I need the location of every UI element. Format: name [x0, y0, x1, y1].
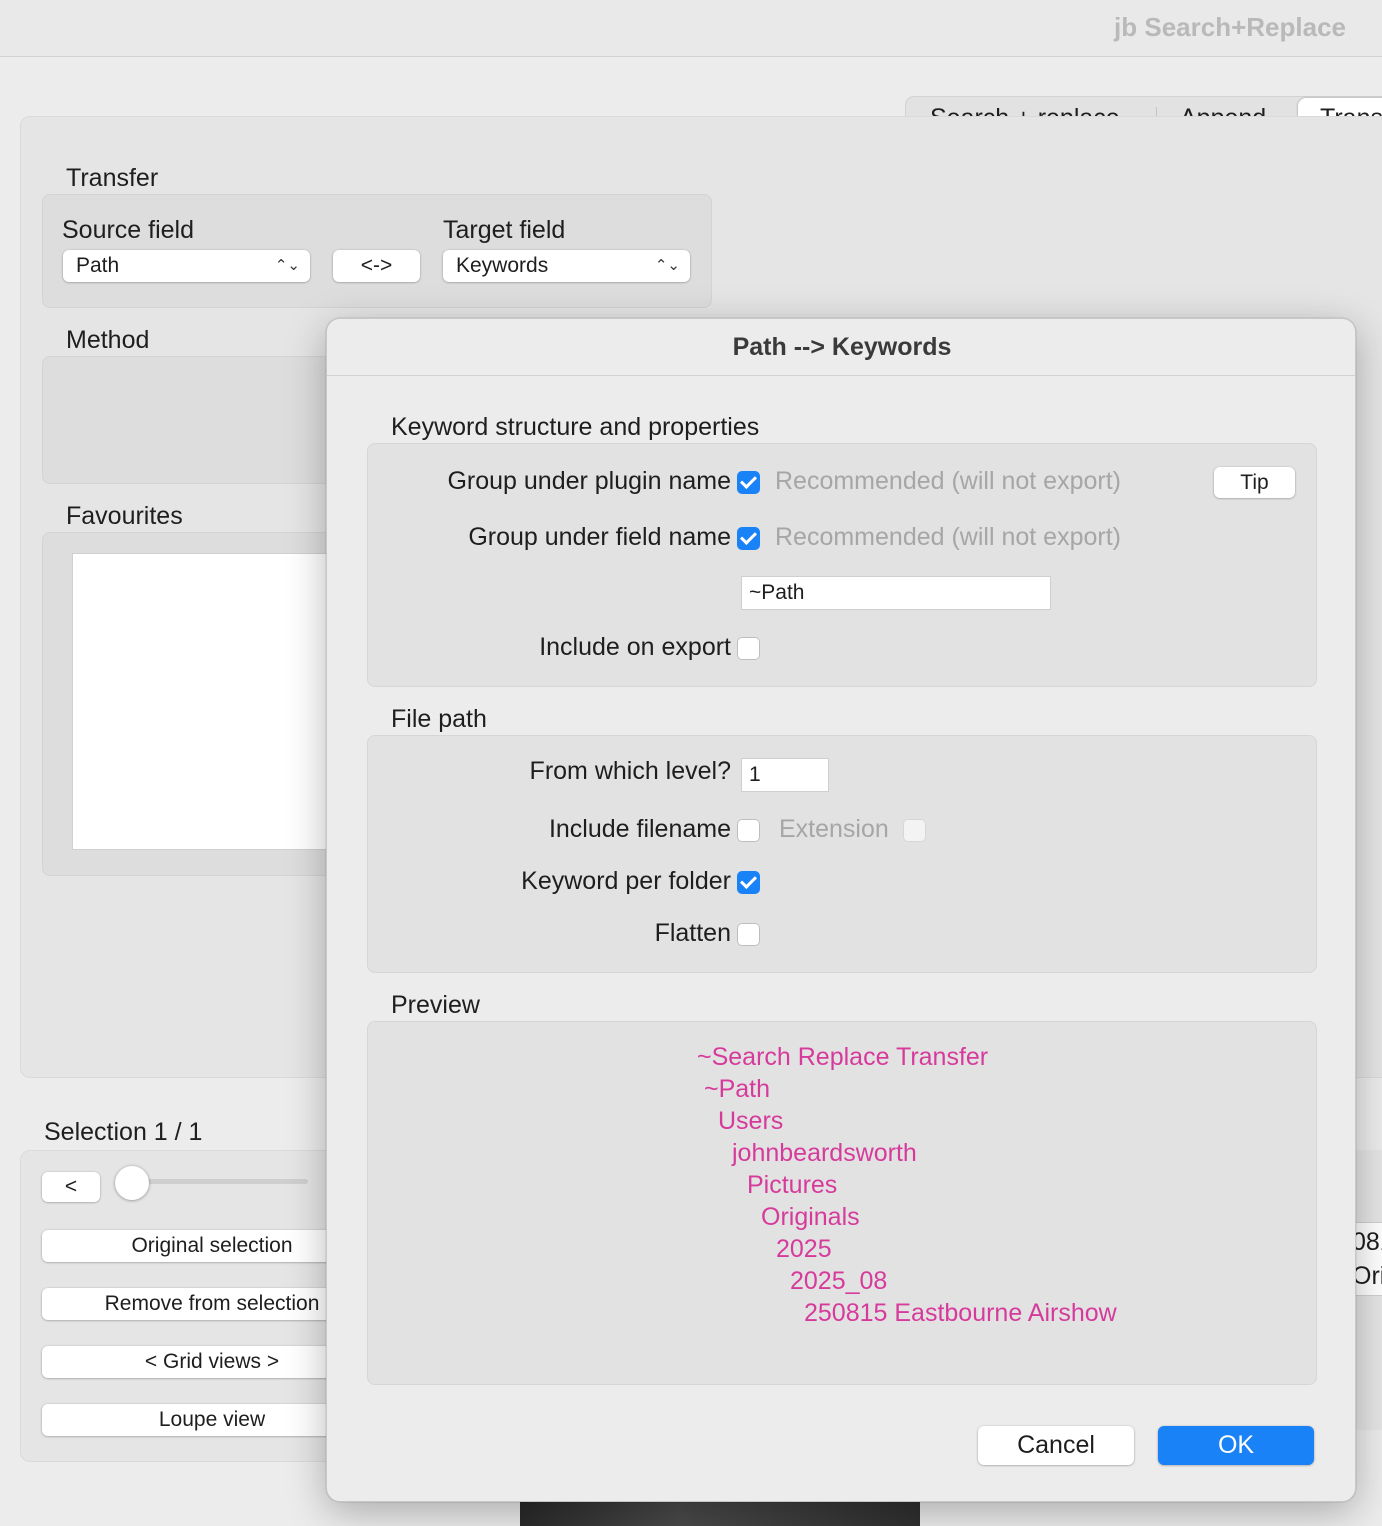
- dialog-title: Path --> Keywords: [732, 333, 952, 361]
- flatten-checkbox[interactable]: [737, 923, 760, 946]
- group-field-label: Group under field name: [468, 523, 731, 551]
- keyword-structure-label: Keyword structure and properties: [391, 413, 760, 441]
- right-fragment-text-2: Orig: [1352, 1262, 1382, 1290]
- favourites-section-label: Favourites: [66, 502, 183, 530]
- preview-line: Originals: [761, 1203, 860, 1231]
- preview-line: 2025: [776, 1235, 832, 1263]
- updown-chevron-icon: ⌃⌄: [274, 257, 300, 274]
- source-field-value: Path: [76, 254, 120, 277]
- group-field-hint: Recommended (will not export): [775, 523, 1121, 551]
- preview-label: Preview: [391, 991, 480, 1019]
- path-keywords-dialog: Path --> Keywords Keyword structure and …: [326, 318, 1356, 1502]
- include-filename-checkbox[interactable]: [737, 819, 760, 842]
- preview-line: 2025_08: [790, 1267, 888, 1295]
- preview-line: ~Path: [704, 1075, 771, 1103]
- method-group: [42, 356, 342, 484]
- level-input[interactable]: 1: [741, 758, 829, 792]
- ok-button[interactable]: OK: [1158, 1426, 1314, 1465]
- group-plugin-label: Group under plugin name: [447, 467, 731, 495]
- updown-chevron-icon: ⌃⌄: [654, 257, 680, 274]
- flatten-label: Flatten: [654, 919, 731, 947]
- preview-line: 250815 Eastbourne Airshow: [804, 1299, 1117, 1327]
- extension-checkbox[interactable]: [903, 819, 926, 842]
- previous-button[interactable]: <: [42, 1172, 100, 1202]
- target-field-popup[interactable]: Keywords ⌃⌄: [443, 250, 690, 282]
- photo-thumbnail-fragment: [520, 1498, 920, 1526]
- group-plugin-checkbox[interactable]: [737, 471, 760, 494]
- include-export-checkbox[interactable]: [737, 637, 760, 660]
- preview-line: ~Search Replace Transfer: [697, 1043, 989, 1071]
- selection-count-label: Selection 1 / 1: [44, 1118, 203, 1146]
- window-titlebar: jb Search+Replace: [0, 0, 1382, 57]
- keyword-per-folder-checkbox[interactable]: [737, 871, 760, 894]
- file-path-label: File path: [391, 705, 487, 733]
- include-filename-label: Include filename: [548, 815, 731, 843]
- group-plugin-hint: Recommended (will not export): [775, 467, 1121, 495]
- target-field-value: Keywords: [456, 254, 549, 277]
- method-section-label: Method: [66, 326, 150, 354]
- swap-fields-button[interactable]: <->: [333, 250, 420, 282]
- preview-line: Pictures: [747, 1171, 838, 1199]
- selection-slider-track[interactable]: [130, 1179, 308, 1184]
- extension-label: Extension: [779, 815, 889, 843]
- source-field-popup[interactable]: Path ⌃⌄: [63, 250, 310, 282]
- field-name-input[interactable]: ~Path: [741, 576, 1051, 610]
- window-title: jb Search+Replace: [1114, 12, 1346, 42]
- include-export-label: Include on export: [539, 633, 731, 661]
- right-fragment-text-1: 081: [1352, 1228, 1382, 1256]
- selection-slider-knob[interactable]: [115, 1166, 149, 1200]
- level-label: From which level?: [529, 757, 731, 785]
- keyword-per-folder-label: Keyword per folder: [521, 867, 731, 895]
- cancel-button[interactable]: Cancel: [978, 1426, 1134, 1465]
- preview-line: Users: [718, 1107, 784, 1135]
- preview-line: johnbeardsworth: [732, 1139, 917, 1167]
- tip-button[interactable]: Tip: [1214, 467, 1295, 498]
- source-field-label: Source field: [62, 216, 195, 244]
- transfer-section-label: Transfer: [66, 164, 159, 192]
- target-field-label: Target field: [443, 216, 566, 244]
- group-field-checkbox[interactable]: [737, 527, 760, 550]
